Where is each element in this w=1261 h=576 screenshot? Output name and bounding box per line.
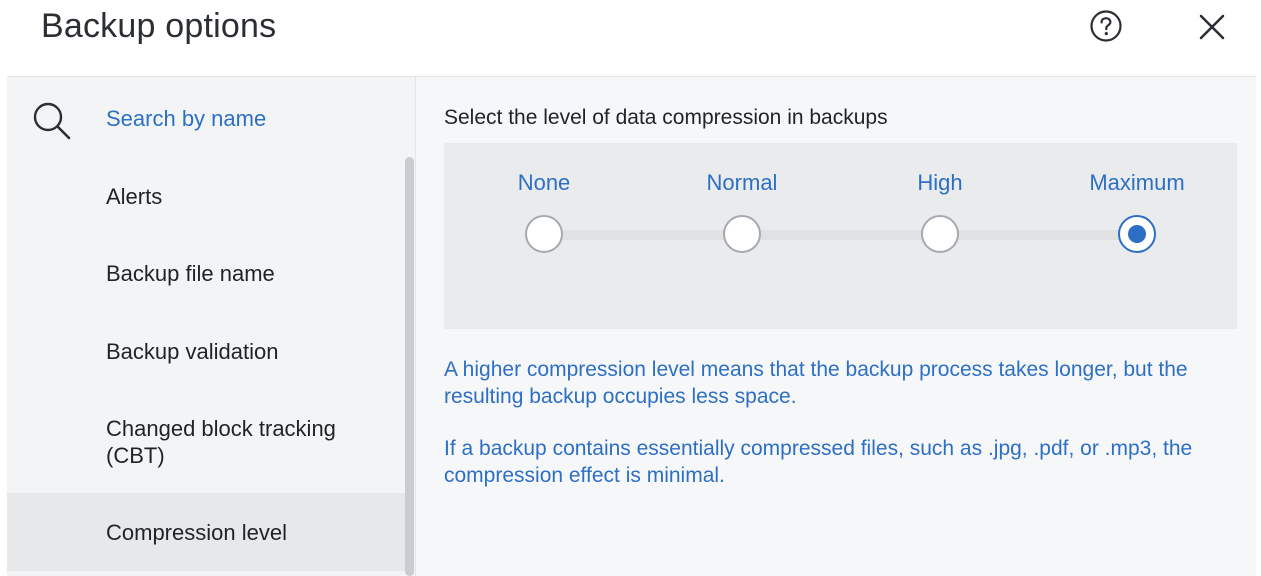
level-label-none: None <box>517 170 571 195</box>
options-sidebar: Alerts Backup file name Backup validatio… <box>7 77 415 576</box>
info-text-compressed-files: If a backup contains essentially compres… <box>444 437 1193 487</box>
sidebar-item-backup-validation[interactable]: Backup validation <box>7 324 405 378</box>
level-label-maximum: Maximum <box>1089 170 1185 195</box>
sidebar-item-label: Compression level <box>106 520 287 545</box>
level-label-normal: Normal <box>706 170 778 195</box>
main-content: Select the level of data compression in … <box>416 77 1256 576</box>
sidebar-item-compression-level[interactable]: Compression level <box>7 493 405 571</box>
slider-track <box>544 230 1137 240</box>
sidebar-item-label: Backup validation <box>106 339 279 364</box>
sidebar-item-backup-file-name[interactable]: Backup file name <box>7 246 405 300</box>
search-input[interactable] <box>106 101 386 137</box>
question-circle-icon[interactable] <box>1089 9 1123 43</box>
sidebar-scrollbar[interactable] <box>405 157 414 576</box>
sidebar-item-label: Alerts <box>106 184 163 209</box>
level-label-high: High <box>917 170 963 195</box>
radio-normal[interactable] <box>723 215 761 253</box>
dialog-header: Backup options <box>0 0 1261 76</box>
close-icon[interactable] <box>1196 11 1228 43</box>
dialog-title: Backup options <box>41 7 277 45</box>
section-title: Select the level of data compression in … <box>444 106 888 129</box>
radio-high[interactable] <box>921 215 959 253</box>
sidebar-item-label: Changed block tracking (CBT) <box>106 416 336 468</box>
sidebar-item-alerts[interactable]: Alerts <box>7 169 405 223</box>
compression-level-selector: None Normal High Maximum <box>444 143 1237 329</box>
search-icon <box>31 100 73 142</box>
sidebar-item-changed-block-tracking[interactable]: Changed block tracking (CBT) <box>7 402 405 474</box>
info-text-compression: A higher compression level means that th… <box>444 358 1188 408</box>
radio-maximum[interactable] <box>1118 215 1156 253</box>
sidebar-item-label: Backup file name <box>106 261 275 286</box>
radio-none[interactable] <box>525 215 563 253</box>
